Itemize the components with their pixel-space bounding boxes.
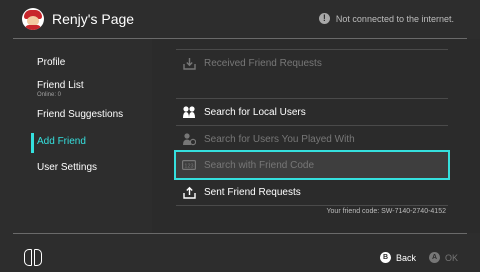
user-avatar[interactable] [22,8,44,30]
joycon-icon [24,249,42,266]
row-label: Search for Local Users [204,106,306,118]
row-label: Search with Friend Code [204,159,315,171]
ok-label: OK [445,252,459,263]
page-title: Renjy's Page [52,11,135,27]
row-label: Received Friend Requests [204,57,322,69]
sidebar-item-user-settings[interactable]: User Settings [37,162,97,173]
search-local-users-button[interactable]: Search for Local Users [176,99,448,125]
ok-button[interactable]: A OK [429,252,458,263]
status-text: Not connected to the internet. [335,13,454,24]
row-label: Search for Users You Played With [204,133,355,145]
sent-friend-requests-button[interactable]: Sent Friend Requests [176,179,448,205]
friend-code-icon: 123 [182,158,196,172]
search-friend-code-button[interactable]: 123 Search with Friend Code [174,150,450,180]
connection-status: ! Not connected to the internet. [318,13,454,24]
info-icon: ! [318,13,330,24]
sidebar-item-friend-list-sublabel: Online: 0 [37,92,62,98]
friend-code-text: Your friend code: SW-7140-2740-4152 [326,208,446,215]
svg-text:123: 123 [184,163,193,169]
footer-divider [13,233,467,234]
back-button[interactable]: B Back [380,252,416,263]
played-with-icon [182,132,196,146]
row-label: Sent Friend Requests [204,186,301,198]
sidebar-item-friend-list[interactable]: Friend List [37,80,84,91]
back-label: Back [396,252,417,263]
received-friend-requests-button[interactable]: Received Friend Requests [176,50,448,76]
sidebar-item-profile[interactable]: Profile [37,57,65,68]
b-button-icon: B [380,252,391,263]
main-panel: Received Friend Requests Search for Loca… [152,39,480,233]
sidebar-item-friend-suggestions[interactable]: Friend Suggestions [37,109,123,120]
a-button-icon: A [429,252,440,263]
sidebar-item-add-friend[interactable]: Add Friend [37,136,86,147]
local-users-icon [182,105,196,119]
active-indicator [31,133,34,153]
header-bar: Renjy's Page ! Not connected to the inte… [0,0,480,38]
inbox-icon [182,56,196,70]
search-users-played-with-button[interactable]: Search for Users You Played With [176,126,448,152]
sidebar: Profile Friend List Online: 0 Friend Sug… [0,39,152,233]
divider [176,205,448,206]
outbox-icon [182,185,196,199]
